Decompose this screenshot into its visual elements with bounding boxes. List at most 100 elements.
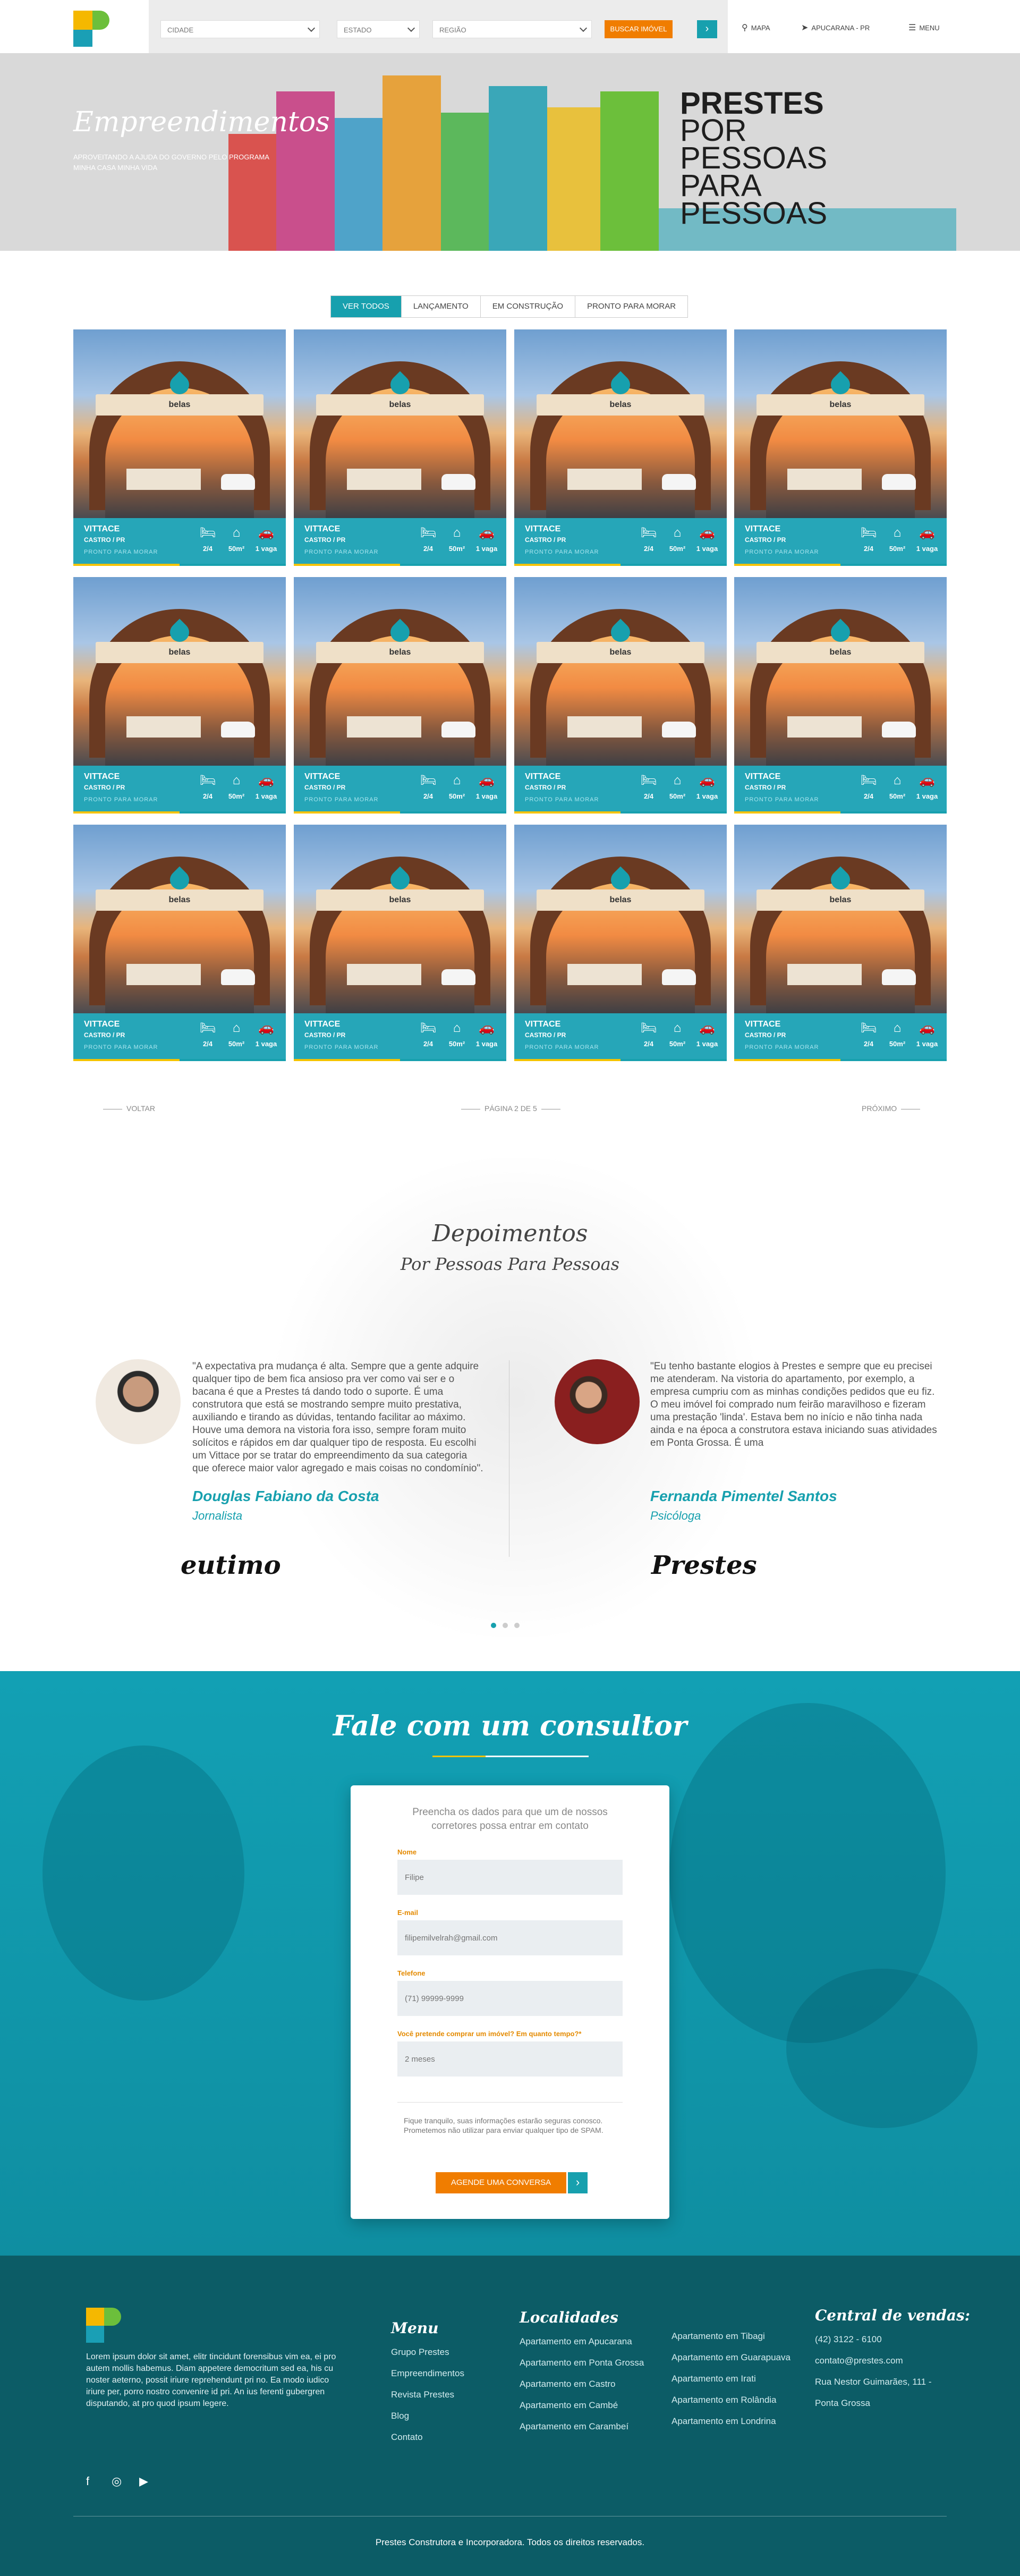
next-page-link[interactable]: PRÓXIMO <box>862 1104 924 1113</box>
tab-all[interactable]: VER TODOS <box>331 296 402 317</box>
card-info: VITTACE CASTRO / PR PRONTO PARA MORAR 🛏 2/4 ⌂… <box>73 1013 286 1059</box>
property-card[interactable]: belas VITTACE CASTRO / PR PRONTO PARA MORAR… <box>514 577 727 814</box>
property-card[interactable]: belas VITTACE CASTRO / PR PRONTO PARA MORAR… <box>73 329 286 566</box>
carousel-dot-active[interactable] <box>491 1623 496 1628</box>
city-select[interactable]: CIDADE <box>160 20 320 38</box>
carousel-dot[interactable] <box>514 1623 520 1628</box>
area-spec: ⌂ 50m² <box>444 1021 470 1048</box>
footer-location-link[interactable]: Apartamento em Castro <box>520 2374 644 2395</box>
carousel-dot[interactable] <box>503 1623 508 1628</box>
email-field[interactable] <box>397 1920 623 1955</box>
car-icon: 🚗 <box>479 773 495 787</box>
area-value: 50m² <box>228 792 245 800</box>
location-link[interactable]: ➤ APUCARANA - PR <box>801 22 870 33</box>
car-shape <box>221 722 255 738</box>
state-select[interactable]: ESTADO <box>337 20 420 38</box>
card-info: VITTACE CASTRO / PR PRONTO PARA MORAR 🛏 2/4 ⌂… <box>734 766 947 811</box>
bedrooms-spec: 🛏 2/4 <box>855 526 882 553</box>
footer-sales-info: (42) 3122 - 6100 contato@prestes.com Rua… <box>815 2329 932 2414</box>
youtube-icon[interactable]: ▶ <box>139 2475 148 2488</box>
property-card[interactable]: belas VITTACE CASTRO / PR PRONTO PARA MORAR… <box>734 577 947 814</box>
development-sign: belas <box>756 889 924 911</box>
sales-email[interactable]: contato@prestes.com <box>815 2350 932 2371</box>
timeframe-field[interactable] <box>397 2041 623 2077</box>
card-accent-bar <box>73 564 286 566</box>
property-card[interactable]: belas VITTACE CASTRO / PR PRONTO PARA MORAR… <box>514 329 727 566</box>
car-shape <box>662 722 696 738</box>
property-card[interactable]: belas VITTACE CASTRO / PR PRONTO PARA MORAR… <box>294 329 506 566</box>
footer-menu-item[interactable]: Empreendimentos <box>391 2363 464 2384</box>
footer-menu-item[interactable]: Revista Prestes <box>391 2384 464 2405</box>
next-label: PRÓXIMO <box>862 1104 897 1113</box>
property-card[interactable]: belas VITTACE CASTRO / PR PRONTO PARA MORAR… <box>734 825 947 1061</box>
sales-phone[interactable]: (42) 3122 - 6100 <box>815 2329 932 2350</box>
prestes-logo[interactable] <box>73 11 109 47</box>
house-icon: ⌂ <box>232 1021 241 1035</box>
tab-under-construction[interactable]: EM CONSTRUÇÃO <box>480 296 576 317</box>
card-accent-bar <box>294 564 506 566</box>
bedrooms-value: 2/4 <box>643 792 654 800</box>
footer-location-link[interactable]: Apartamento em Apucarana <box>520 2331 644 2352</box>
search-arrow-button[interactable]: › <box>697 20 717 38</box>
footer-location-link[interactable]: Apartamento em Londrina <box>672 2411 790 2432</box>
footer-location-link[interactable]: Apartamento em Ponta Grossa <box>520 2352 644 2374</box>
bed-icon: 🛏 <box>860 526 877 540</box>
tab-launch[interactable]: LANÇAMENTO <box>401 296 481 317</box>
gatehouse <box>787 716 862 738</box>
footer-location-link[interactable]: Apartamento em Cambé <box>520 2395 644 2416</box>
footer-location-link[interactable]: Apartamento em Carambeí <box>520 2416 644 2437</box>
parking-value: 1 vaga <box>696 792 718 800</box>
property-card[interactable]: belas VITTACE CASTRO / PR PRONTO PARA MORAR… <box>294 825 506 1061</box>
area-spec: ⌂ 50m² <box>664 526 691 553</box>
footer-location-link[interactable]: Apartamento em Irati <box>672 2368 790 2389</box>
development-sign: belas <box>756 394 924 416</box>
chevron-down-icon <box>579 24 588 32</box>
facebook-icon[interactable]: f <box>86 2475 89 2488</box>
footer-logo[interactable] <box>86 2308 121 2343</box>
property-city: CASTRO / PR <box>745 784 786 791</box>
avatar <box>96 1359 181 1444</box>
property-card[interactable]: belas VITTACE CASTRO / PR PRONTO PARA MORAR… <box>514 825 727 1061</box>
hero-slogan: POR PESSOAS PARA PESSOAS <box>680 115 827 229</box>
submit-arrow-button[interactable]: › <box>566 2172 588 2193</box>
search-property-button[interactable]: BUSCAR IMÓVEL <box>605 20 673 38</box>
tab-ready-to-move[interactable]: PRONTO PARA MORAR <box>575 296 688 317</box>
car-shape <box>441 474 475 490</box>
footer-location-link[interactable]: Apartamento em Rolândia <box>672 2389 790 2411</box>
footer-location-link[interactable]: Apartamento em Tibagi <box>672 2326 790 2347</box>
footer-location-link[interactable]: Apartamento em Guarapuava <box>672 2347 790 2368</box>
card-info: VITTACE CASTRO / PR PRONTO PARA MORAR 🛏 2/4 ⌂… <box>294 766 506 811</box>
schedule-conversation-button[interactable]: AGENDE UMA CONVERSA <box>436 2172 566 2193</box>
bedrooms-spec: 🛏 2/4 <box>855 773 882 800</box>
phone-field[interactable] <box>397 1981 623 2016</box>
footer-menu-item[interactable]: Contato <box>391 2427 464 2448</box>
footer-menu-item[interactable]: Blog <box>391 2405 464 2427</box>
gatehouse <box>347 469 421 490</box>
car-shape <box>441 722 475 738</box>
area-spec: ⌂ 50m² <box>884 526 911 553</box>
region-select[interactable]: REGIÃO <box>432 20 592 38</box>
prev-page-link[interactable]: VOLTAR <box>99 1104 155 1113</box>
map-link[interactable]: ⚲ MAPA <box>742 22 770 33</box>
property-card[interactable]: belas VITTACE CASTRO / PR PRONTO PARA MORAR… <box>73 825 286 1061</box>
bed-icon: 🛏 <box>199 773 216 787</box>
property-status: PRONTO PARA MORAR <box>525 549 599 555</box>
card-accent-bar <box>294 811 506 814</box>
instagram-icon[interactable]: ◎ <box>112 2475 122 2488</box>
card-accent-bar <box>73 811 286 814</box>
name-field[interactable] <box>397 1860 623 1895</box>
menu-button[interactable]: ☰ MENU <box>908 22 940 33</box>
footer-menu-item[interactable]: Grupo Prestes <box>391 2342 464 2363</box>
avatar <box>555 1359 640 1444</box>
card-accent-bar <box>294 1059 506 1061</box>
card-info: VITTACE CASTRO / PR PRONTO PARA MORAR 🛏 2/4 ⌂… <box>734 1013 947 1059</box>
property-city: CASTRO / PR <box>304 1031 346 1039</box>
parking-value: 1 vaga <box>475 1040 498 1048</box>
property-card[interactable]: belas VITTACE CASTRO / PR PRONTO PARA MORAR… <box>734 329 947 566</box>
area-spec: ⌂ 50m² <box>444 526 470 553</box>
car-shape <box>221 969 255 985</box>
bedrooms-spec: 🛏 2/4 <box>415 1021 441 1048</box>
house-icon: ⌂ <box>453 526 461 540</box>
property-card[interactable]: belas VITTACE CASTRO / PR PRONTO PARA MORAR… <box>294 577 506 814</box>
property-card[interactable]: belas VITTACE CASTRO / PR PRONTO PARA MORAR… <box>73 577 286 814</box>
